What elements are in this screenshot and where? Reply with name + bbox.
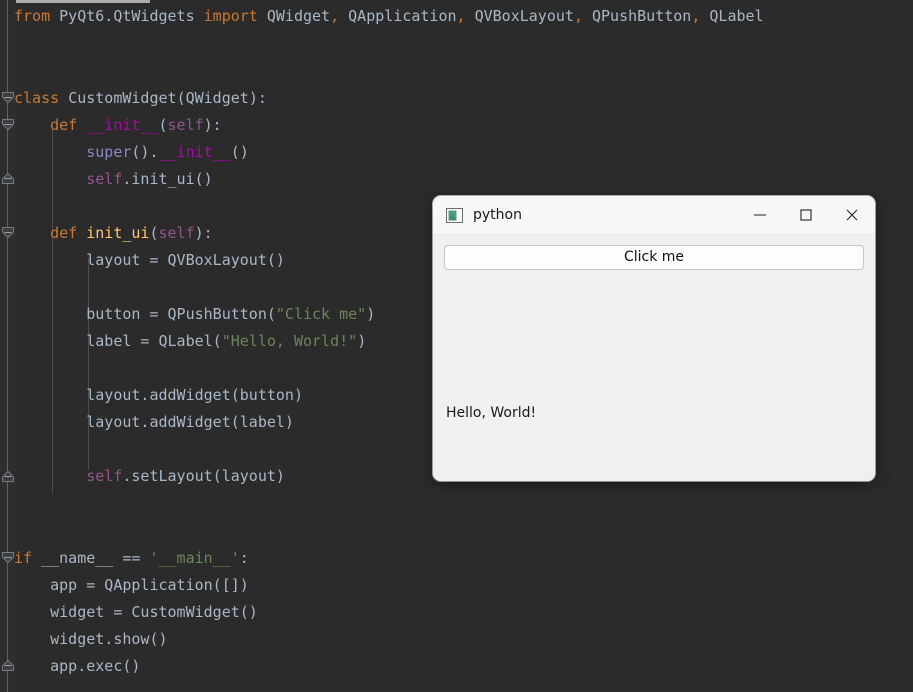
code-line: label = QLabel("Hello, World!") [14, 328, 366, 355]
code-token: ) [357, 332, 367, 350]
code-token: PyQt6.QtWidgets [59, 7, 204, 25]
code-token: '__main__' [149, 549, 240, 567]
code-token: __init__ [158, 143, 231, 161]
code-token: () [230, 143, 249, 161]
code-token: , [330, 7, 349, 25]
code-token: QWidget [185, 89, 249, 107]
code-token: .setLayout(layout) [122, 467, 285, 485]
code-token: QLabel [709, 7, 764, 25]
code-token: ): [248, 89, 267, 107]
window-title-bar[interactable]: python [433, 196, 875, 235]
code-token: "Hello, World!" [221, 332, 358, 350]
code-line: app = QApplication([]) [14, 572, 249, 599]
code-token: def [50, 224, 87, 242]
code-line: layout = QVBoxLayout() [14, 247, 285, 274]
code-line: if __name__ == '__main__': [14, 545, 249, 572]
code-token: == [122, 549, 150, 567]
code-token: self [158, 224, 195, 242]
code-token: , [573, 7, 592, 25]
code-token: self [167, 116, 204, 134]
code-token: QApplication [348, 7, 457, 25]
code-token: .init_ui() [122, 170, 213, 188]
code-token: : [239, 549, 249, 567]
code-line: self.init_ui() [14, 166, 213, 193]
code-token: from [14, 7, 60, 25]
code-token: ): [203, 116, 222, 134]
code-token: __init__ [86, 116, 159, 134]
code-token: ( [149, 224, 159, 242]
code-token: button = QPushButton( [14, 305, 276, 323]
code-line: layout.addWidget(label) [14, 409, 294, 436]
code-token: ): [194, 224, 213, 242]
python-qt-window[interactable]: python Click me Hello, World! [433, 196, 875, 481]
code-line: button = QPushButton("Click me") [14, 301, 375, 328]
click-me-button[interactable]: Click me [444, 245, 864, 270]
code-token: widget.show() [14, 630, 168, 648]
code-line: self.setLayout(layout) [14, 463, 285, 490]
code-token: app.exec() [14, 657, 141, 675]
code-token: self [86, 170, 123, 188]
code-line: widget = CustomWidget() [14, 599, 258, 626]
window-controls [737, 196, 875, 234]
code-line: widget.show() [14, 626, 168, 653]
code-token: "Click me" [275, 305, 367, 323]
code-token: , [691, 7, 710, 25]
code-token: ) [366, 305, 376, 323]
close-icon[interactable] [829, 196, 875, 234]
code-token: layout.addWidget(label) [14, 413, 294, 431]
code-token: self [86, 467, 123, 485]
code-token: QVBoxLayout [474, 7, 574, 25]
code-line: def init_ui(self): [14, 220, 213, 247]
window-client-area: Click me Hello, World! [433, 235, 875, 481]
code-token: QPushButton [592, 7, 692, 25]
code-token: QWidget [266, 7, 331, 25]
code-token: (). [131, 143, 159, 161]
code-token: layout = QVBoxLayout() [14, 251, 285, 269]
code-token: class [14, 89, 69, 107]
code-token: CustomWidget [68, 89, 177, 107]
code-token: widget = CustomWidget() [14, 603, 258, 621]
code-token: , [456, 7, 475, 25]
code-token: ( [176, 89, 186, 107]
code-line: layout.addWidget(button) [14, 382, 303, 409]
code-line: class CustomWidget(QWidget): [14, 85, 267, 112]
code-line: app.exec() [14, 653, 140, 680]
code-token: app = QApplication([]) [14, 576, 249, 594]
code-token: layout.addWidget(button) [14, 386, 303, 404]
maximize-icon[interactable] [783, 196, 829, 234]
window-title-text: python [473, 207, 522, 223]
code-token: super [86, 143, 132, 161]
code-line: super().__init__() [14, 139, 249, 166]
code-line: def __init__(self): [14, 112, 222, 139]
minimize-icon[interactable] [737, 196, 783, 234]
hello-world-label: Hello, World! [446, 405, 537, 421]
code-token: def [50, 116, 87, 134]
image-app-icon [446, 207, 463, 224]
code-token: ( [158, 116, 168, 134]
code-token: import [203, 7, 267, 25]
code-line: from PyQt6.QtWidgets import QWidget, QAp… [14, 3, 764, 30]
code-token: if [14, 549, 42, 567]
code-token: init_ui [86, 224, 150, 242]
code-token: __name__ [41, 549, 123, 567]
code-token: label = QLabel( [14, 332, 222, 350]
